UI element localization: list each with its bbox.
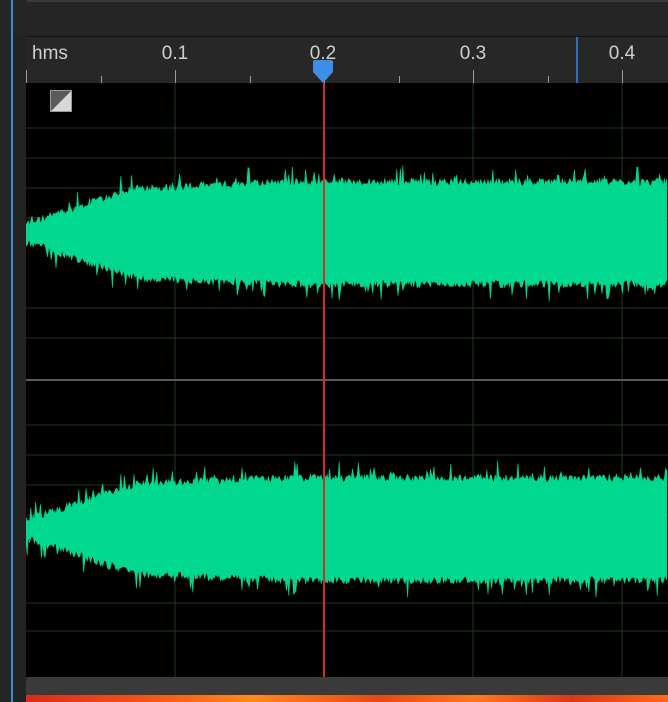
waveform-display[interactable] <box>26 83 668 677</box>
ruler-major-tick <box>175 70 176 84</box>
view-range-marker[interactable] <box>576 37 578 84</box>
time-ruler[interactable]: hms 0.1 0.2 0.3 0.4 <box>26 36 668 84</box>
ruler-label-0-1: 0.1 <box>161 43 189 64</box>
ruler-units-label: hms <box>32 43 68 64</box>
waveform-channel-left[interactable] <box>26 165 668 302</box>
horizontal-scrollbar[interactable] <box>26 677 668 695</box>
ruler-major-tick <box>473 70 474 84</box>
ruler-label-0-4: 0.4 <box>608 43 636 64</box>
editor-toolbar <box>13 0 668 34</box>
spectral-frequency-display <box>26 695 668 702</box>
audio-editor: hms 0.1 0.2 0.3 0.4 <box>0 0 668 702</box>
ruler-label-0-3: 0.3 <box>459 43 487 64</box>
playhead-handle[interactable] <box>311 58 335 86</box>
editor-frame <box>13 34 26 702</box>
toolbar-panel <box>27 0 668 2</box>
ruler-major-tick <box>26 70 27 84</box>
left-panel-edge <box>0 0 11 702</box>
waveform-channel-right[interactable] <box>26 460 668 598</box>
channel-toggle-button[interactable] <box>50 90 72 112</box>
channel-toggle-icon <box>51 91 71 111</box>
waveform-canvas[interactable] <box>26 83 668 677</box>
ruler-major-tick <box>622 70 623 84</box>
